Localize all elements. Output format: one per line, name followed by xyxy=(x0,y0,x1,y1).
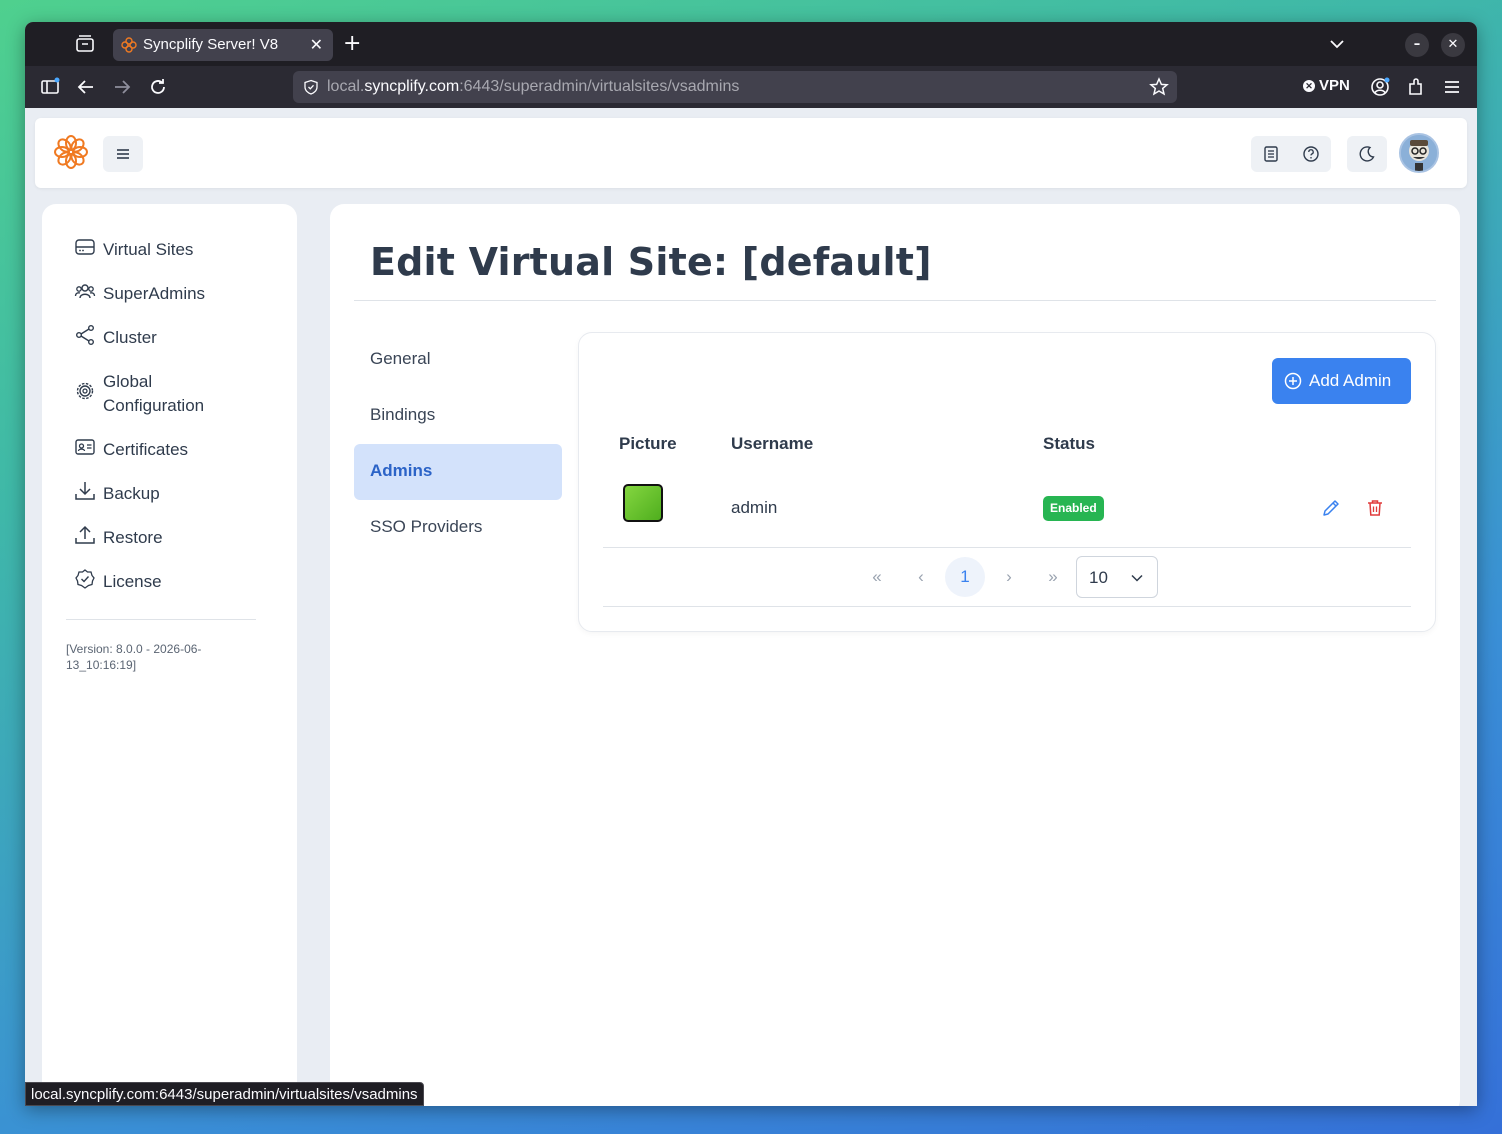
back-icon[interactable] xyxy=(75,76,97,98)
status-badge: Enabled xyxy=(1043,496,1104,521)
theme-toggle-button[interactable] xyxy=(1347,136,1387,172)
hamburger-icon xyxy=(117,149,129,159)
browser-window: Syncplify Server! V8 ✕ + – ✕ local.syncp… xyxy=(25,22,1477,1106)
column-header-picture: Picture xyxy=(619,434,677,453)
chevron-down-icon[interactable] xyxy=(1327,34,1347,54)
subnav-bindings[interactable]: Bindings xyxy=(354,388,562,444)
page-size-select[interactable]: 10 xyxy=(1076,556,1158,598)
reload-icon[interactable] xyxy=(147,76,169,98)
shield-icon[interactable] xyxy=(303,79,319,95)
sidebar-divider xyxy=(66,619,256,620)
syncplify-favicon-icon xyxy=(121,37,137,53)
share-icon xyxy=(76,325,94,345)
subnav-admins[interactable]: Admins xyxy=(354,444,562,500)
users-icon xyxy=(74,284,96,299)
new-tab-button[interactable]: + xyxy=(343,32,361,56)
gear-icon xyxy=(76,382,94,400)
last-page-button[interactable]: » xyxy=(1033,557,1073,597)
menu-icon[interactable] xyxy=(1441,76,1463,98)
plus-circle-icon xyxy=(1284,372,1302,390)
hamburger-button[interactable] xyxy=(103,136,143,172)
tab-syncplify[interactable]: Syncplify Server! V8 ✕ xyxy=(113,29,333,61)
nav-bar: local.syncplify.com:6443/superadmin/virt… xyxy=(25,66,1477,108)
add-admin-button[interactable]: Add Admin xyxy=(1272,358,1411,404)
link-status-tooltip: local.syncplify.com:6443/superadmin/virt… xyxy=(25,1082,424,1106)
server-icon xyxy=(75,239,95,255)
sidebar-toggle-icon[interactable] xyxy=(39,76,61,98)
delete-trash-icon[interactable] xyxy=(1365,498,1385,518)
column-header-username: Username xyxy=(731,434,814,453)
prev-page-button[interactable]: ‹ xyxy=(901,557,941,597)
header-docs-group xyxy=(1251,136,1331,172)
app-area: Virtual Sites SuperAdmins Cluster Global… xyxy=(25,108,1477,1106)
tab-overview-icon[interactable] xyxy=(73,34,97,54)
close-window-button[interactable]: ✕ xyxy=(1441,33,1465,57)
bookmark-star-icon[interactable] xyxy=(1149,77,1169,97)
vpn-off-icon: ✕ xyxy=(1303,80,1315,92)
tab-close-icon[interactable]: ✕ xyxy=(310,35,323,55)
app-header xyxy=(35,118,1467,188)
account-icon[interactable] xyxy=(1369,76,1391,98)
version-info: [Version: 8.0.0 - 2026-06-13_10:16:19] xyxy=(66,642,202,672)
vpn-button[interactable]: ✕ VPN xyxy=(1303,77,1350,94)
column-header-status: Status xyxy=(1043,434,1095,453)
cell-username: admin xyxy=(731,498,778,517)
pagination-divider xyxy=(603,606,1411,607)
chevron-down-icon xyxy=(1131,574,1143,582)
address-bar[interactable]: local.syncplify.com:6443/superadmin/virt… xyxy=(293,71,1177,103)
admins-card: Add Admin Picture Username Status admin … xyxy=(578,332,1436,632)
next-page-button[interactable]: › xyxy=(989,557,1029,597)
download-icon xyxy=(75,482,95,500)
minimize-button[interactable]: – xyxy=(1405,33,1429,57)
badge-check-icon xyxy=(75,569,95,589)
avatar-image-icon xyxy=(1401,135,1437,171)
first-page-button[interactable]: « xyxy=(857,557,897,597)
extensions-icon[interactable] xyxy=(1405,76,1427,98)
tab-title: Syncplify Server! V8 xyxy=(143,36,279,53)
title-divider xyxy=(354,300,1436,301)
tab-strip: Syncplify Server! V8 ✕ + – ✕ xyxy=(25,22,1477,66)
subnav-general[interactable]: General xyxy=(354,332,562,388)
row-divider xyxy=(603,547,1411,548)
current-page-button[interactable]: 1 xyxy=(945,557,985,597)
syncplify-logo-icon[interactable] xyxy=(53,134,89,170)
id-card-icon xyxy=(75,439,95,455)
help-icon[interactable] xyxy=(1301,144,1321,164)
url-text[interactable]: local.syncplify.com:6443/superadmin/virt… xyxy=(327,78,739,96)
user-avatar[interactable] xyxy=(1399,133,1439,173)
admin-picture xyxy=(623,484,663,522)
sidebar: Virtual Sites SuperAdmins Cluster Global… xyxy=(42,204,297,1106)
main-panel: Edit Virtual Site: [default] General Bin… xyxy=(330,204,1460,1106)
upload-icon xyxy=(75,525,95,544)
page-title: Edit Virtual Site: [default] xyxy=(370,240,932,284)
edit-pencil-icon[interactable] xyxy=(1321,498,1341,518)
moon-icon xyxy=(1359,146,1375,162)
subnav-sso-providers[interactable]: SSO Providers xyxy=(354,500,562,556)
document-icon[interactable] xyxy=(1261,144,1281,164)
forward-icon[interactable] xyxy=(111,76,133,98)
